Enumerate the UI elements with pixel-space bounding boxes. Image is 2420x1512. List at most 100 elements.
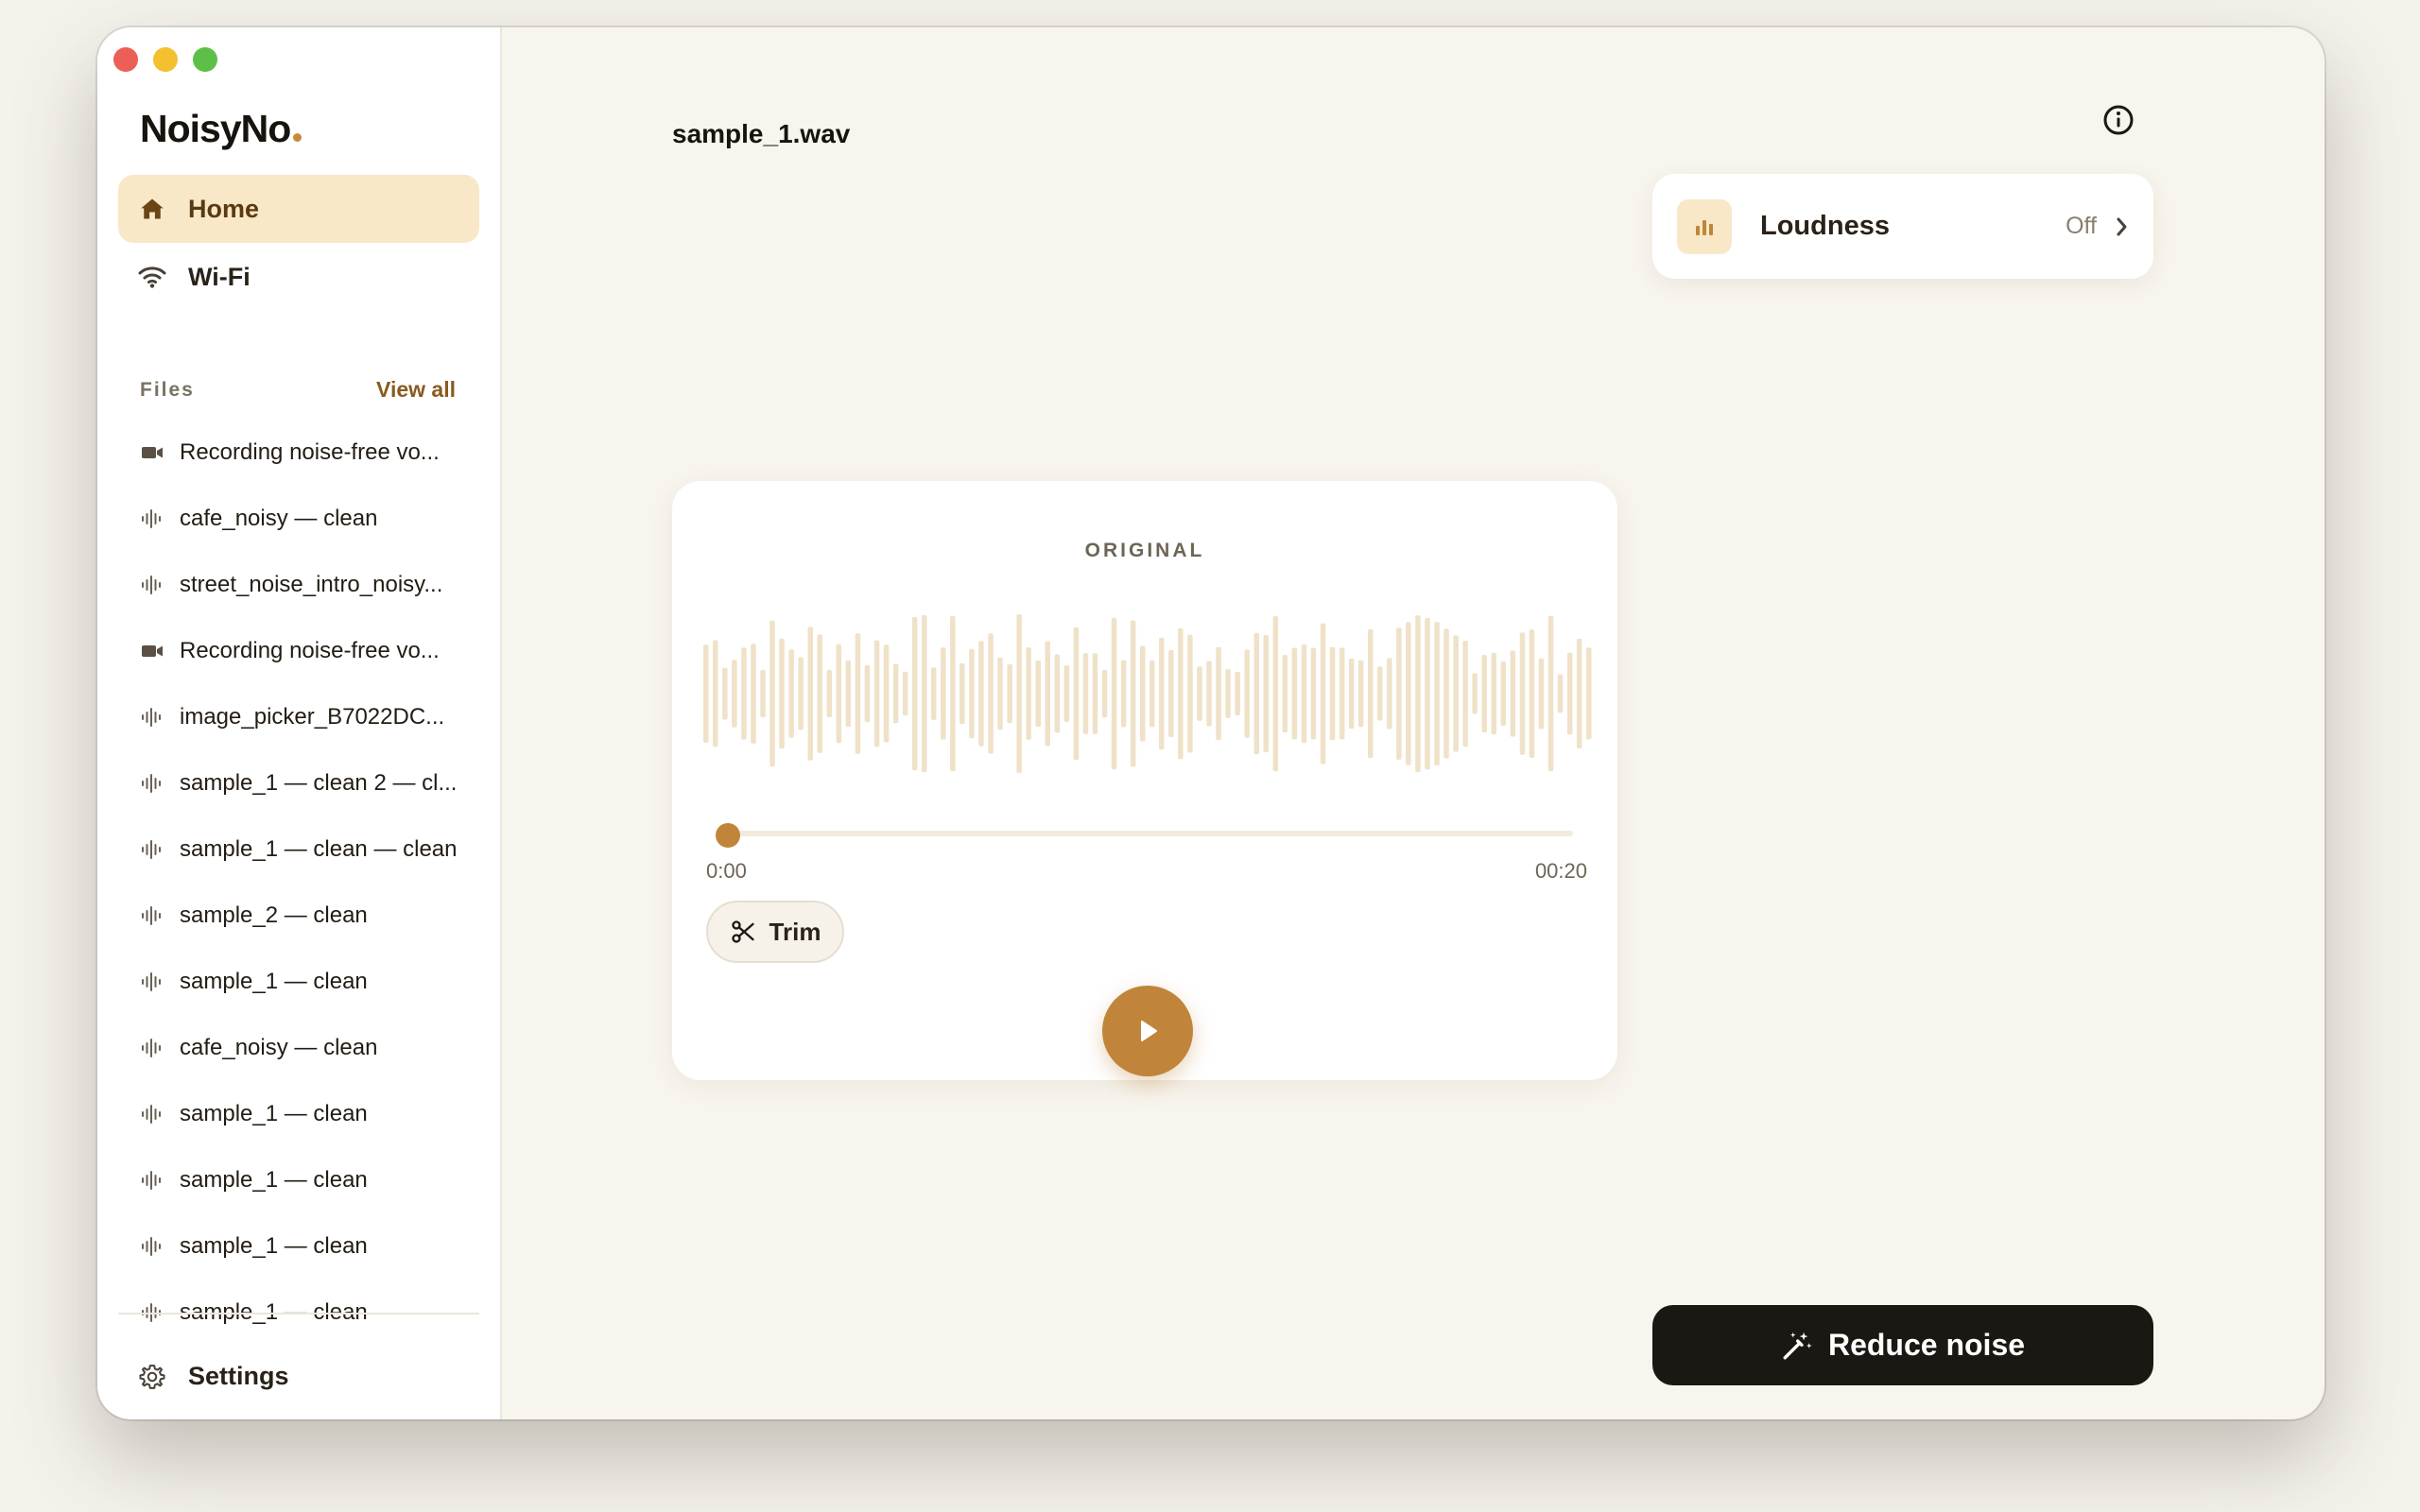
zoom-window-button[interactable] <box>193 47 217 72</box>
waveform-bar <box>1443 628 1449 759</box>
video-icon <box>140 444 164 461</box>
file-item-label: sample_1 — clean 2 — cl... <box>180 770 458 796</box>
playback-track[interactable] <box>717 831 1573 836</box>
waveform-bar <box>902 671 908 716</box>
waveform-bar <box>703 644 709 743</box>
waveform-bar <box>1387 658 1392 730</box>
waveform-bar <box>1557 674 1564 713</box>
logo-dot <box>293 133 302 142</box>
nav-item-home[interactable]: Home <box>118 175 479 243</box>
loudness-setting[interactable]: Loudness Off <box>1652 174 2153 279</box>
audio-player-card: ORIGINAL 0:00 00:20 Trim <box>672 481 1617 1080</box>
waveform-bar <box>1168 649 1174 738</box>
file-item-label: sample_1 — clean <box>180 1101 368 1126</box>
magic-wand-icon <box>1783 1332 1812 1359</box>
waveform-bar <box>1586 647 1592 740</box>
waveform-bar <box>1140 645 1146 742</box>
waveform-bar <box>1235 671 1240 716</box>
waveform-bar <box>845 660 852 728</box>
waveform-bar <box>864 664 871 723</box>
waveform-bar <box>892 663 899 724</box>
file-title: sample_1.wav <box>672 119 851 148</box>
waveform-bar <box>1187 634 1193 753</box>
waveform-bar <box>1339 647 1345 740</box>
file-item[interactable]: image_picker_B7022DC... <box>140 684 471 750</box>
waveform-bar <box>1547 615 1554 772</box>
waveform-bar <box>1150 660 1155 728</box>
waveform-bar <box>1197 666 1202 721</box>
waveform-bar <box>1216 646 1221 741</box>
waveform-bar <box>1291 647 1298 740</box>
play-button[interactable] <box>1102 986 1193 1076</box>
waveform-bar <box>1263 635 1269 753</box>
waveform-bar <box>988 633 994 754</box>
waveform-bar <box>1377 666 1383 721</box>
file-item[interactable]: sample_1 — clean <box>140 1081 471 1147</box>
close-window-button[interactable] <box>113 47 138 72</box>
waveform-bar <box>959 662 965 725</box>
waveform-bar <box>1510 650 1516 737</box>
waveform-bar <box>969 648 975 739</box>
sidebar: NoisyNo Home Wi-Fi Files View all Record… <box>97 27 502 1419</box>
playback-thumb[interactable] <box>716 823 740 848</box>
sidebar-divider <box>118 1313 479 1314</box>
waveform-bar <box>1576 638 1582 748</box>
file-item-label: cafe_noisy — clean <box>180 1035 378 1060</box>
waveform-bar <box>1178 627 1184 760</box>
settings-item[interactable]: Settings <box>137 1362 289 1391</box>
home-icon <box>137 194 167 224</box>
waveform <box>703 613 1592 773</box>
loudness-label: Loudness <box>1760 211 1890 241</box>
waveform-bar <box>922 615 927 773</box>
waveform-bar <box>1301 644 1307 744</box>
waveform-bar <box>1320 623 1326 765</box>
video-icon <box>140 643 164 660</box>
file-list: Recording noise-free vo... cafe_noisy — c… <box>140 420 471 1346</box>
trim-button[interactable]: Trim <box>706 901 844 963</box>
waveform-bar <box>1357 660 1364 728</box>
waveform-bar <box>769 620 775 767</box>
file-item-label: sample_1 — clean <box>180 1233 368 1259</box>
waveform-bar <box>1007 663 1012 724</box>
file-item[interactable]: Recording noise-free vo... <box>140 618 471 684</box>
nav-label-wifi: Wi-Fi <box>188 262 251 291</box>
waveform-bar <box>1054 654 1061 733</box>
waveform-bar <box>1396 627 1402 760</box>
info-button[interactable] <box>2101 103 2135 137</box>
file-item[interactable]: sample_1 — clean — clean <box>140 816 471 883</box>
waveform-bar <box>997 657 1003 730</box>
waveform-bar <box>931 667 937 720</box>
player-label: ORIGINAL <box>1084 540 1205 561</box>
chevron-right-icon <box>2117 217 2127 235</box>
waveform-bar <box>1566 652 1573 735</box>
loudness-icon <box>1677 198 1732 254</box>
waveform-bar <box>732 660 737 728</box>
waveform-bar <box>1491 652 1496 735</box>
files-header: Files View all <box>140 377 456 403</box>
waveform-bar <box>1406 622 1411 765</box>
waveform-bar <box>1272 615 1279 772</box>
waveform-bar <box>1045 641 1050 747</box>
info-icon <box>2103 105 2134 135</box>
file-item-label: Recording noise-free vo... <box>180 638 440 663</box>
reduce-noise-button[interactable]: Reduce noise <box>1652 1305 2153 1385</box>
file-item[interactable]: cafe_noisy — clean <box>140 486 471 552</box>
file-item-label: sample_1 — clean <box>180 1167 368 1193</box>
file-item[interactable]: cafe_noisy — clean <box>140 1015 471 1081</box>
file-item[interactable]: street_noise_intro_noisy... <box>140 552 471 618</box>
waveform-bar <box>1016 613 1022 773</box>
file-item[interactable]: sample_1 — clean 2 — cl... <box>140 750 471 816</box>
file-item-label: cafe_noisy — clean <box>180 506 378 531</box>
waveform-bar <box>1329 646 1336 741</box>
waveform-bar <box>807 627 813 761</box>
file-item[interactable]: sample_2 — clean <box>140 883 471 949</box>
file-item[interactable]: sample_1 — clean <box>140 1147 471 1213</box>
waveform-icon <box>140 838 164 861</box>
minimize-window-button[interactable] <box>153 47 178 72</box>
view-all-link[interactable]: View all <box>376 377 456 403</box>
file-item[interactable]: Recording noise-free vo... <box>140 420 471 486</box>
file-item[interactable]: sample_1 — clean <box>140 949 471 1015</box>
nav-item-wifi[interactable]: Wi-Fi <box>118 243 479 311</box>
app-window: NoisyNo Home Wi-Fi Files View all Record… <box>97 27 2325 1419</box>
file-item[interactable]: sample_1 — clean <box>140 1213 471 1280</box>
